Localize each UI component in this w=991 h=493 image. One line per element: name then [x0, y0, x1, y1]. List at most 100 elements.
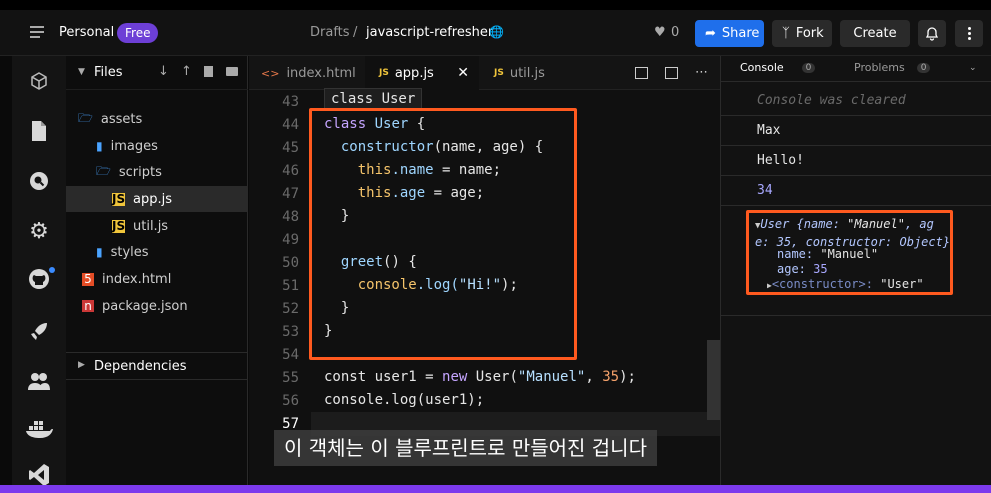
js-icon: JS — [379, 68, 389, 78]
tab-label: Console — [740, 61, 784, 74]
tab-label: Problems — [854, 61, 905, 74]
preview-icon[interactable] — [665, 67, 678, 79]
search-icon[interactable] — [27, 169, 51, 193]
tab-index-html[interactable]: <> index.html — [261, 56, 356, 90]
console-panel: Console 0 Problems 0 ⌄ Console was clear… — [720, 56, 991, 485]
tab-label: index.html — [286, 65, 356, 81]
code-line-55: const user1 = new User("Manuel", 35); — [324, 369, 636, 385]
line-number: 45 — [282, 140, 299, 156]
tree-item-scripts[interactable]: 🗁 scripts — [66, 159, 248, 185]
line-number: 49 — [282, 232, 299, 248]
string: "Manuel" — [517, 369, 586, 385]
js-icon: JS — [494, 68, 504, 78]
share-icon: ➦ — [705, 26, 716, 41]
line-number: 53 — [282, 324, 299, 340]
number: 35 — [602, 369, 620, 385]
fork-icon: ᛉ — [782, 26, 790, 41]
tab-console[interactable]: Console 0 — [740, 61, 816, 74]
keyword: new — [442, 369, 468, 385]
tree-item-styles[interactable]: ▮ styles — [66, 239, 248, 265]
code-icon: <> — [261, 66, 280, 80]
tab-util-js[interactable]: JS util.js — [494, 56, 545, 90]
console-tab-bar: Console 0 Problems 0 ⌄ — [721, 56, 991, 82]
chevron-down-icon[interactable]: ⌄ — [969, 63, 977, 73]
tab-app-js[interactable]: JS app.js ✕ — [365, 56, 479, 90]
problems-count-badge: 0 — [916, 62, 931, 73]
highlight-box — [309, 108, 577, 360]
heart-icon[interactable]: ♥ — [654, 25, 666, 40]
folder-icon: ▮ — [96, 245, 103, 259]
cube-icon[interactable] — [27, 69, 51, 93]
statement: console.log(user1); — [324, 392, 485, 408]
console-output: Max — [721, 116, 991, 146]
dependencies-section[interactable]: ▶ Dependencies — [66, 352, 248, 380]
share-label: Share — [721, 26, 760, 41]
new-file-icon[interactable] — [204, 66, 213, 77]
folder-open-icon: 🗁 — [96, 163, 111, 178]
tab-label: util.js — [509, 65, 545, 81]
create-button[interactable]: Create — [840, 20, 910, 47]
js-file-icon: JS — [112, 191, 126, 206]
workspace-name[interactable]: Personal — [59, 25, 114, 40]
line-number: 51 — [282, 278, 299, 294]
tree-item-label: images — [110, 138, 158, 154]
create-label: Create — [853, 26, 897, 41]
activity-bar: ⚙ — [12, 56, 66, 485]
line-number: 52 — [282, 301, 299, 317]
breadcrumb-drafts[interactable]: Drafts — [310, 25, 350, 40]
expand-icon: ▶ — [78, 360, 85, 370]
html-file-icon: 5 — [82, 272, 94, 286]
fork-button[interactable]: ᛉ Fork — [772, 20, 832, 47]
dependencies-label: Dependencies — [94, 359, 187, 374]
collapse-icon[interactable]: ▼ — [78, 67, 85, 77]
sort-down-icon[interactable]: ↓ — [158, 64, 169, 79]
docker-icon[interactable] — [25, 417, 53, 441]
tree-item-package-json[interactable]: n package.json — [66, 293, 248, 319]
line-number: 54 — [282, 347, 299, 363]
tree-item-app-js[interactable]: JS app.js — [66, 186, 248, 212]
gear-icon[interactable]: ⚙ — [27, 219, 51, 244]
tab-problems[interactable]: Problems 0 — [854, 61, 931, 74]
tree-item-label: scripts — [118, 164, 162, 180]
line-number: 56 — [282, 393, 299, 409]
tree-item-index-html[interactable]: 5 index.html — [66, 266, 248, 292]
line-number: 55 — [282, 370, 299, 386]
top-bar: Personal Free Drafts / javascript-refres… — [0, 10, 991, 56]
rocket-icon[interactable] — [27, 319, 51, 343]
tree-item-images[interactable]: ▮ images — [66, 133, 248, 159]
editor-tab-bar: <> index.html JS app.js ✕ JS util.js ⋯ — [249, 56, 720, 90]
users-icon[interactable] — [27, 369, 51, 393]
tree-item-label: assets — [100, 111, 143, 127]
vscode-icon[interactable] — [27, 464, 51, 485]
sort-up-icon[interactable]: ↑ — [181, 64, 192, 79]
split-view-icon[interactable] — [635, 67, 648, 79]
console-object-output[interactable]: ▼User {name: "Manuel", ag e: 35, construc… — [721, 206, 991, 316]
share-button[interactable]: ➦ Share — [695, 20, 764, 47]
class-name: User( — [475, 369, 518, 385]
code-line-56: console.log(user1); — [324, 392, 484, 408]
tree-item-label: index.html — [102, 271, 172, 287]
plan-badge: Free — [117, 23, 159, 43]
more-options-icon[interactable] — [955, 20, 983, 47]
more-options-icon[interactable]: ⋯ — [695, 65, 708, 80]
tree-item-assets[interactable]: 🗁 assets — [66, 106, 248, 132]
github-icon[interactable] — [27, 267, 55, 291]
video-subtitle: 이 객체는 이 블루프린트로 만들어진 겁니다 — [274, 430, 657, 466]
like-count: 0 — [671, 25, 680, 40]
tab-label: app.js — [394, 65, 434, 81]
menu-icon[interactable] — [30, 24, 46, 40]
close-icon[interactable]: ✕ — [457, 65, 469, 81]
tree-item-label: util.js — [133, 218, 169, 234]
file-icon[interactable] — [27, 119, 51, 143]
files-header: ▼ Files ↓ ↑ — [66, 56, 248, 90]
bottom-accent-bar — [0, 485, 991, 493]
console-count-badge: 0 — [801, 62, 816, 73]
editor-scrollbar[interactable] — [707, 340, 720, 420]
line-number: 47 — [282, 186, 299, 202]
new-folder-icon[interactable] — [226, 67, 238, 76]
js-file-icon: JS — [112, 218, 126, 233]
tree-item-util-js[interactable]: JS util.js — [66, 213, 248, 239]
bell-icon[interactable] — [918, 20, 946, 47]
project-name[interactable]: javascript-refresher — [366, 25, 493, 40]
console-output: 34 — [721, 176, 991, 206]
